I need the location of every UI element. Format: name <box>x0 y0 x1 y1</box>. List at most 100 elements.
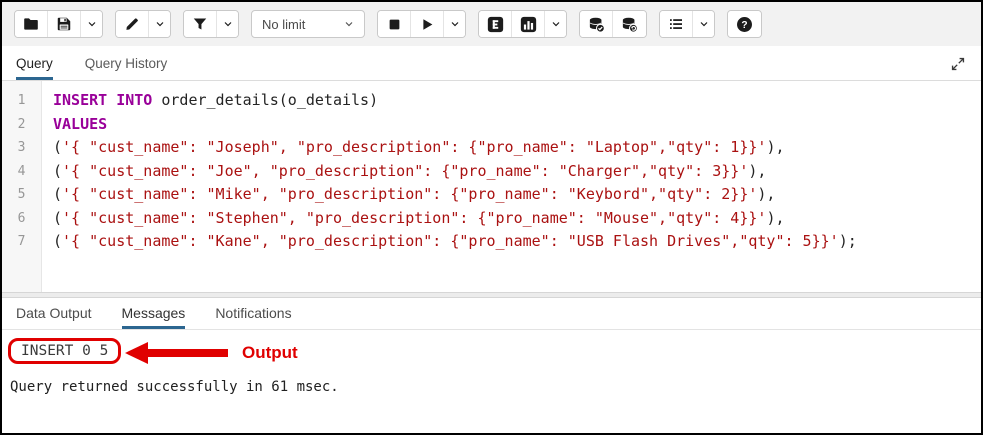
edit-menu-button[interactable] <box>149 11 170 37</box>
pencil-icon <box>124 16 140 32</box>
help-button-group: ? <box>727 10 762 38</box>
filter-icon <box>192 16 208 32</box>
query-result-highlight: INSERT 0 5 <box>8 338 121 364</box>
explain-button[interactable] <box>479 11 512 37</box>
sql-text: ), <box>757 185 775 203</box>
folder-icon <box>23 16 39 32</box>
chevron-down-icon <box>87 19 97 29</box>
code-line[interactable]: ('{ "cust_name": "Kane", "pro_descriptio… <box>53 230 981 254</box>
execute-button-group <box>377 10 466 38</box>
line-number: 7 <box>2 230 41 254</box>
output-tab-bar: Data Output Messages Notifications <box>2 298 981 330</box>
sql-string: '{ "cust_name": "Joe", "pro_description"… <box>62 162 748 180</box>
chevron-down-icon <box>699 19 709 29</box>
row-limit-value: No limit <box>262 17 305 32</box>
sql-text: ( <box>53 138 62 156</box>
save-button[interactable] <box>48 11 81 37</box>
sql-text: ); <box>839 232 857 250</box>
code-line[interactable]: ('{ "cust_name": "Mike", "pro_descriptio… <box>53 183 981 207</box>
execute-button[interactable] <box>411 11 444 37</box>
sql-text: ), <box>766 209 784 227</box>
sql-text: ), <box>748 162 766 180</box>
sql-string: '{ "cust_name": "Kane", "pro_description… <box>62 232 839 250</box>
tab-query[interactable]: Query <box>16 46 53 80</box>
save-menu-button[interactable] <box>81 11 102 37</box>
code-line[interactable]: ('{ "cust_name": "Joseph", "pro_descript… <box>53 136 981 160</box>
sql-keyword: VALUES <box>53 115 107 133</box>
macro-button-group <box>659 10 715 38</box>
sql-string: '{ "cust_name": "Mike", "pro_description… <box>62 185 757 203</box>
edit-button[interactable] <box>116 11 149 37</box>
chevron-down-icon <box>551 19 561 29</box>
sql-string: '{ "cust_name": "Stephen", "pro_descript… <box>62 209 766 227</box>
help-button[interactable]: ? <box>728 11 761 37</box>
open-file-button[interactable] <box>15 11 48 37</box>
line-number: 5 <box>2 183 41 207</box>
line-number: 2 <box>2 113 41 137</box>
macro-button[interactable] <box>660 11 693 37</box>
chevron-down-icon <box>155 19 165 29</box>
rollback-database-icon <box>621 16 638 33</box>
file-button-group <box>14 10 103 38</box>
row-limit-select[interactable]: No limit <box>251 10 365 38</box>
code-line[interactable]: VALUES <box>53 113 981 137</box>
macro-list-icon <box>668 16 684 32</box>
code-lines[interactable]: INSERT INTO order_details(o_details) VALU… <box>42 81 981 292</box>
save-icon <box>56 16 72 32</box>
help-question-icon: ? <box>736 16 753 33</box>
line-number: 6 <box>2 207 41 231</box>
stop-icon <box>387 17 402 32</box>
chevron-down-icon <box>344 19 354 29</box>
rollback-button[interactable] <box>613 11 646 37</box>
explain-menu-button[interactable] <box>545 11 566 37</box>
sql-string: '{ "cust_name": "Joseph", "pro_descripti… <box>62 138 766 156</box>
code-line[interactable]: ('{ "cust_name": "Stephen", "pro_descrip… <box>53 207 981 231</box>
chevron-down-icon <box>223 19 233 29</box>
tab-notifications[interactable]: Notifications <box>215 298 291 329</box>
annotation-arrow-shaft <box>146 349 228 357</box>
expand-icon <box>950 56 966 72</box>
status-message: Query returned successfully in 61 msec. <box>10 379 973 395</box>
line-number: 3 <box>2 136 41 160</box>
sql-text: ( <box>53 209 62 227</box>
explain-analyze-chart-icon <box>520 16 537 33</box>
line-number: 4 <box>2 160 41 184</box>
explain-analyze-button[interactable] <box>512 11 545 37</box>
filter-menu-button[interactable] <box>217 11 238 37</box>
sql-text: ( <box>53 162 62 180</box>
tab-messages[interactable]: Messages <box>122 298 186 329</box>
code-line[interactable]: ('{ "cust_name": "Joe", "pro_description… <box>53 160 981 184</box>
execute-menu-button[interactable] <box>444 11 465 37</box>
macro-menu-button[interactable] <box>693 11 714 37</box>
line-number-gutter: 1234567 <box>2 81 42 292</box>
expand-button[interactable] <box>947 53 969 75</box>
commit-button[interactable] <box>580 11 613 37</box>
play-icon <box>420 17 435 32</box>
stop-button[interactable] <box>378 11 411 37</box>
sql-text: ), <box>766 138 784 156</box>
filter-button-group <box>183 10 239 38</box>
filter-button[interactable] <box>184 11 217 37</box>
sql-text: ( <box>53 185 62 203</box>
explain-button-group <box>478 10 567 38</box>
editor-tab-bar: Query Query History <box>2 46 981 81</box>
transaction-button-group <box>579 10 647 38</box>
sql-keyword: INSERT INTO <box>53 91 152 109</box>
edit-button-group <box>115 10 171 38</box>
code-line[interactable]: INSERT INTO order_details(o_details) <box>53 89 981 113</box>
tab-query-history[interactable]: Query History <box>85 46 168 80</box>
tab-data-output[interactable]: Data Output <box>16 298 92 329</box>
annotation-arrow-head <box>125 342 148 364</box>
chevron-down-icon <box>450 19 460 29</box>
annotation-label: Output <box>242 343 298 363</box>
svg-text:?: ? <box>741 19 747 30</box>
line-number: 1 <box>2 89 41 113</box>
sql-text: order_details(o_details) <box>152 91 378 109</box>
sql-text: ( <box>53 232 62 250</box>
query-tool-window: No limit <box>0 0 983 435</box>
commit-database-icon <box>588 16 605 33</box>
messages-panel: INSERT 0 5 Output Query returned success… <box>2 330 981 433</box>
explain-e-icon <box>487 16 504 33</box>
query-toolbar: No limit <box>2 2 981 46</box>
sql-editor[interactable]: 1234567 INSERT INTO order_details(o_deta… <box>2 81 981 292</box>
